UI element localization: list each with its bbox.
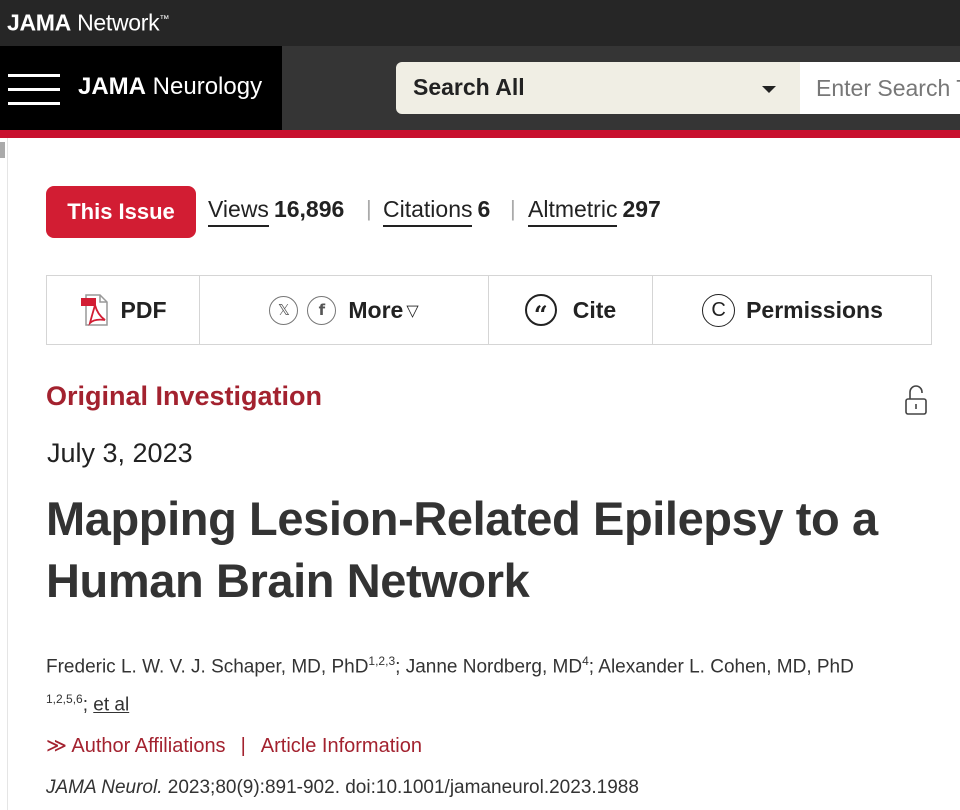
double-chevron-right-icon: ≫ xyxy=(46,735,67,757)
altmetric-metric[interactable]: Altmetric 297 xyxy=(528,194,661,227)
journal-branding: JAMA Neurology xyxy=(0,46,282,130)
cite-label: Cite xyxy=(572,296,617,323)
author-affiliations-link[interactable]: ≫ Author Affiliations xyxy=(46,735,226,757)
this-issue-button[interactable]: This Issue xyxy=(46,186,196,238)
permissions-label: Permissions xyxy=(746,296,883,323)
search-scope-select[interactable]: Search All xyxy=(396,62,800,114)
jama-network-logo[interactable]: JAMA Network™ xyxy=(7,6,169,37)
citations-value: 6 xyxy=(477,196,491,222)
article-toolbar: PDF 𝕏 f More ▽ “ Cite C Permissions xyxy=(46,275,932,345)
facebook-icon[interactable]: f xyxy=(307,295,337,325)
altmetric-value: 297 xyxy=(622,196,661,222)
metric-separator: | xyxy=(510,196,516,221)
citations-metric[interactable]: Citations 6 xyxy=(383,194,491,227)
links-separator: | xyxy=(240,735,246,757)
search-scope-label: Search All xyxy=(413,74,525,100)
views-metric[interactable]: Views 16,896 xyxy=(208,194,345,227)
network-brand-bold: JAMA xyxy=(7,9,71,36)
journal-abbreviation: JAMA Neurol. xyxy=(46,777,163,798)
hamburger-menu-icon[interactable] xyxy=(8,72,60,106)
publication-date: July 3, 2023 xyxy=(47,438,193,468)
citations-label: Citations xyxy=(383,196,473,227)
author-name[interactable]: Alexander L. Cohen, MD, PhD xyxy=(598,656,854,677)
share-more-button[interactable]: 𝕏 f More ▽ xyxy=(200,276,488,344)
journal-brand-rest: Neurology xyxy=(146,73,263,100)
author-affiliation-sup: 1,2,3 xyxy=(368,654,396,668)
chevron-down-icon xyxy=(762,86,776,93)
permissions-button[interactable]: C Permissions xyxy=(653,276,932,344)
views-value: 16,896 xyxy=(273,196,345,222)
network-brand-tm: ™ xyxy=(159,14,170,25)
pdf-label: PDF xyxy=(120,296,167,323)
article-info-links: ≫ Author Affiliations | Article Informatio… xyxy=(46,733,422,758)
journal-header: JAMA Neurology Search All xyxy=(0,46,960,130)
article-information-link[interactable]: Article Information xyxy=(261,735,422,757)
more-label: More xyxy=(348,296,404,323)
quote-icon: “ xyxy=(524,294,557,326)
et-al-link[interactable]: et al xyxy=(93,695,129,716)
author-list: Frederic L. W. V. J. Schaper, MD, PhD1,2… xyxy=(46,645,946,722)
author-affiliation-sup: 4 xyxy=(582,654,589,668)
views-label: Views xyxy=(208,196,269,227)
left-scroll-edge xyxy=(0,138,8,810)
pdf-icon xyxy=(80,294,108,326)
metric-separator: | xyxy=(366,196,372,221)
author-affiliation-sup: 1,2,5,6 xyxy=(46,692,83,707)
article-title: Mapping Lesion-Related Epilepsy to a Hum… xyxy=(46,492,878,607)
journal-brand-bold: JAMA xyxy=(78,73,147,100)
x-twitter-icon[interactable]: 𝕏 xyxy=(269,295,299,325)
search-input[interactable] xyxy=(800,62,960,114)
author-separator: ; xyxy=(82,694,94,716)
network-brand-rest: Network xyxy=(70,9,160,36)
author-affiliations-label: Author Affiliations xyxy=(71,735,226,757)
article-citation: JAMA Neurol. 2023;80(9):891-902. doi:10.… xyxy=(46,777,639,799)
pdf-button[interactable]: PDF xyxy=(47,276,199,344)
citation-details: 2023;80(9):891-902. doi:10.1001/jamaneur… xyxy=(162,777,639,798)
jama-neurology-logo[interactable]: JAMA Neurology xyxy=(78,72,262,102)
author-name[interactable]: Janne Nordberg, MD xyxy=(406,656,582,677)
cite-button[interactable]: “ Cite xyxy=(489,276,652,344)
copyright-icon: C xyxy=(702,293,736,327)
unlock-icon xyxy=(905,385,927,415)
author-separator: ; xyxy=(588,656,599,678)
article-type: Original Investigation xyxy=(46,381,323,411)
author-separator: ; xyxy=(395,656,406,678)
left-edge-tab[interactable] xyxy=(0,142,5,158)
network-bar: JAMA Network™ xyxy=(0,0,960,46)
author-name[interactable]: Frederic L. W. V. J. Schaper, MD, PhD xyxy=(46,656,368,677)
header-accent-line xyxy=(0,130,960,138)
triangle-down-icon: ▽ xyxy=(406,300,419,320)
altmetric-label: Altmetric xyxy=(528,196,618,227)
